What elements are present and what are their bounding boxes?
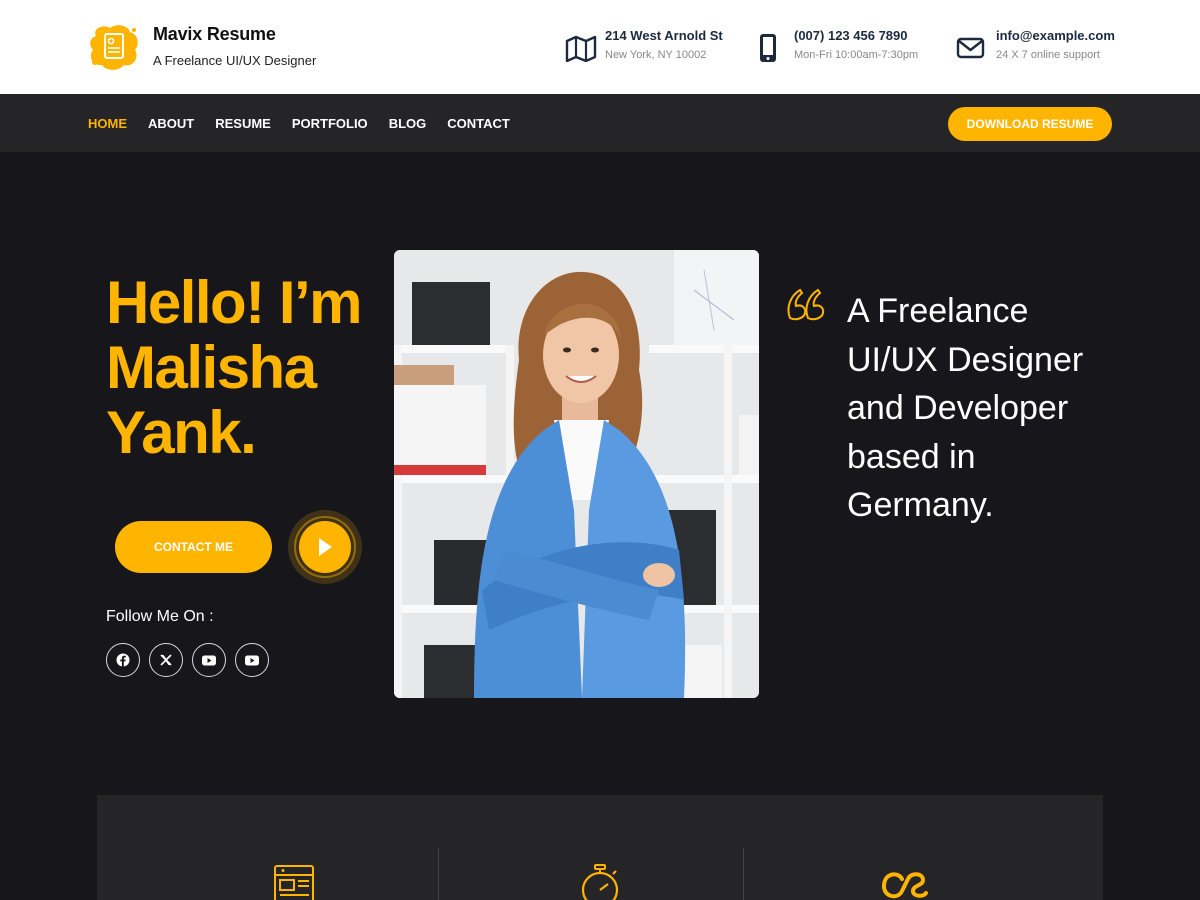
nav-item-home[interactable]: HOME xyxy=(88,116,127,131)
contact-me-button[interactable]: CONTACT ME xyxy=(115,521,272,573)
nav-item-blog[interactable]: BLOG xyxy=(389,116,427,131)
nav-item-portfolio[interactable]: PORTFOLIO xyxy=(292,116,368,131)
youtube-icon xyxy=(202,655,216,665)
services-strip xyxy=(97,795,1103,900)
hero-photo xyxy=(394,250,759,698)
site-title[interactable]: Mavix Resume xyxy=(153,24,276,45)
nav-item-about[interactable]: ABOUT xyxy=(148,116,194,131)
social-youtube-2[interactable] xyxy=(235,643,269,677)
site-tagline: A Freelance UI/UX Designer xyxy=(153,53,317,68)
play-icon xyxy=(319,538,332,556)
play-video-button[interactable] xyxy=(288,510,362,584)
quote-icon xyxy=(787,288,825,321)
download-resume-button[interactable]: DOWNLOAD RESUME xyxy=(948,107,1112,141)
social-youtube-1[interactable] xyxy=(192,643,226,677)
contact-address-sub: New York, NY 10002 xyxy=(605,49,707,61)
social-x[interactable] xyxy=(149,643,183,677)
hero-title: Hello! I’m Malisha Yank. xyxy=(106,269,363,466)
portrait-illustration xyxy=(394,250,759,698)
lastfm-icon xyxy=(882,872,928,899)
map-icon xyxy=(565,35,597,62)
social-facebook[interactable] xyxy=(106,643,140,677)
facebook-icon xyxy=(116,653,130,667)
contact-email-sub: 24 X 7 online support xyxy=(996,49,1100,61)
play-core xyxy=(299,521,351,573)
resume-icon xyxy=(274,865,314,900)
top-header: Mavix Resume A Freelance UI/UX Designer … xyxy=(0,0,1200,94)
contact-address-main: 214 West Arnold St xyxy=(605,28,723,43)
services-divider xyxy=(438,848,439,900)
youtube-icon xyxy=(245,655,259,665)
nav-item-contact[interactable]: CONTACT xyxy=(447,116,510,131)
contact-phone-sub: Mon-Fri 10:00am-7:30pm xyxy=(794,49,919,61)
nav-list: HOME ABOUT RESUME PORTFOLIO BLOG CONTACT xyxy=(88,116,531,131)
services-divider xyxy=(743,848,744,900)
phone-icon xyxy=(760,34,776,62)
contact-phone-main[interactable]: (007) 123 456 7890 xyxy=(794,28,907,43)
envelope-icon xyxy=(956,37,985,59)
stopwatch-icon xyxy=(581,864,619,900)
follow-label: Follow Me On : xyxy=(106,608,214,625)
social-links xyxy=(106,643,278,677)
contact-email-main[interactable]: info@example.com xyxy=(996,28,1115,43)
hero-quote: A Freelance UI/UX Designer and Developer… xyxy=(847,292,1084,524)
logo-icon[interactable] xyxy=(88,22,140,72)
x-icon xyxy=(160,654,172,666)
nav-item-resume[interactable]: RESUME xyxy=(215,116,271,131)
